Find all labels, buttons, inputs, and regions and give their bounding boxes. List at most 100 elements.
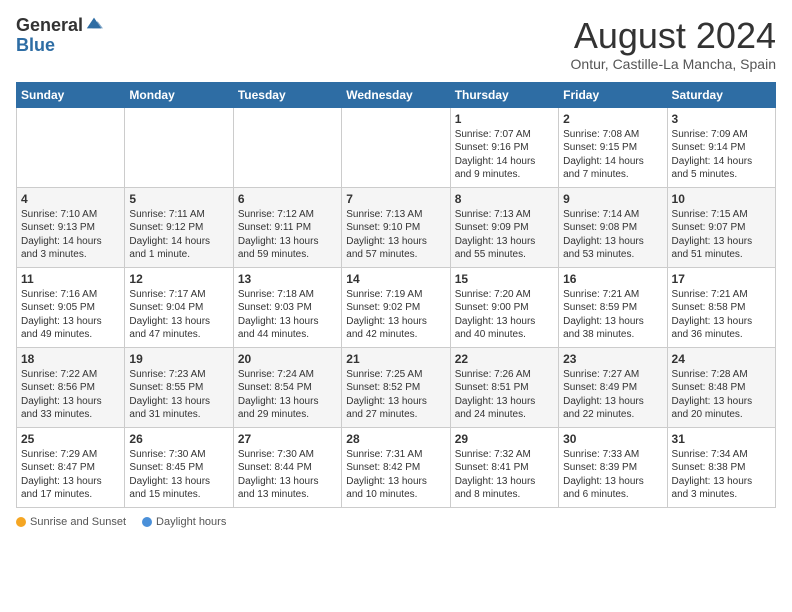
calendar-cell: 11 Sunrise: 7:16 AM Sunset: 9:05 PM Dayli… (17, 267, 125, 347)
calendar-cell: 7Sunrise: 7:13 AM Sunset: 9:10 PM Daylig… (342, 187, 450, 267)
day-number: 15 (455, 272, 554, 286)
week-row-2: 4 Sunrise: 7:10 AM Sunset: 9:13 PM Daylig… (17, 187, 776, 267)
calendar-cell: 9Sunrise: 7:14 AM Sunset: 9:08 PM Daylig… (559, 187, 667, 267)
cell-info: Sunrise: 7:09 AM Sunset: 9:14 PM Dayligh… (672, 128, 771, 182)
cell-info: Sunrise: 7:33 AM Sunset: 8:39 PM Dayligh… (563, 448, 662, 502)
cell-info: Sunrise: 7:20 AM Sunset: 9:00 PM Dayligh… (455, 288, 554, 342)
daylight-label: Daylight hours (156, 516, 226, 528)
col-header-sunday: Sunday (17, 82, 125, 107)
cell-info: Sunrise: 7:24 AM Sunset: 8:54 PM Dayligh… (238, 368, 337, 422)
day-number: 28 (346, 432, 445, 446)
col-header-thursday: Thursday (450, 82, 558, 107)
subtitle: Ontur, Castille-La Mancha, Spain (571, 56, 776, 72)
col-header-friday: Friday (559, 82, 667, 107)
day-number: 12 (129, 272, 228, 286)
day-number: 11 (21, 272, 120, 286)
calendar-cell: 31 Sunrise: 7:34 AM Sunset: 8:38 PM Dayli… (667, 427, 775, 507)
cell-info: Sunrise: 7:10 AM Sunset: 9:13 PM Dayligh… (21, 208, 120, 262)
logo-icon (85, 14, 103, 32)
calendar-cell: 24Sunrise: 7:28 AM Sunset: 8:48 PM Dayli… (667, 347, 775, 427)
cell-info: Sunrise: 7:13 AM Sunset: 9:10 PM Dayligh… (346, 208, 445, 262)
day-number: 13 (238, 272, 337, 286)
calendar-cell: 1Sunrise: 7:07 AM Sunset: 9:16 PM Daylig… (450, 107, 558, 187)
main-title: August 2024 (571, 16, 776, 56)
calendar-cell: 15 Sunrise: 7:20 AM Sunset: 9:00 PM Dayli… (450, 267, 558, 347)
week-row-3: 11 Sunrise: 7:16 AM Sunset: 9:05 PM Dayli… (17, 267, 776, 347)
cell-info: Sunrise: 7:17 AM Sunset: 9:04 PM Dayligh… (129, 288, 228, 342)
cell-info: Sunrise: 7:32 AM Sunset: 8:41 PM Dayligh… (455, 448, 554, 502)
calendar-cell: 13Sunrise: 7:18 AM Sunset: 9:03 PM Dayli… (233, 267, 341, 347)
day-number: 14 (346, 272, 445, 286)
day-number: 1 (455, 112, 554, 126)
calendar-cell: 21 Sunrise: 7:25 AM Sunset: 8:52 PM Dayli… (342, 347, 450, 427)
calendar-cell: 4 Sunrise: 7:10 AM Sunset: 9:13 PM Daylig… (17, 187, 125, 267)
calendar-table: SundayMondayTuesdayWednesdayThursdayFrid… (16, 82, 776, 508)
logo-blue-text: Blue (16, 36, 103, 56)
day-number: 16 (563, 272, 662, 286)
calendar-cell: 28Sunrise: 7:31 AM Sunset: 8:42 PM Dayli… (342, 427, 450, 507)
cell-info: Sunrise: 7:34 AM Sunset: 8:38 PM Dayligh… (672, 448, 771, 502)
calendar-cell (342, 107, 450, 187)
logo: General Blue (16, 16, 103, 56)
day-number: 29 (455, 432, 554, 446)
calendar-cell: 5Sunrise: 7:11 AM Sunset: 9:12 PM Daylig… (125, 187, 233, 267)
calendar-cell: 6 Sunrise: 7:12 AM Sunset: 9:11 PM Daylig… (233, 187, 341, 267)
day-number: 24 (672, 352, 771, 366)
cell-info: Sunrise: 7:22 AM Sunset: 8:56 PM Dayligh… (21, 368, 120, 422)
cell-info: Sunrise: 7:13 AM Sunset: 9:09 PM Dayligh… (455, 208, 554, 262)
logo-general-text: General (16, 16, 83, 36)
header-row: SundayMondayTuesdayWednesdayThursdayFrid… (17, 82, 776, 107)
cell-info: Sunrise: 7:15 AM Sunset: 9:07 PM Dayligh… (672, 208, 771, 262)
day-number: 27 (238, 432, 337, 446)
cell-info: Sunrise: 7:08 AM Sunset: 9:15 PM Dayligh… (563, 128, 662, 182)
calendar-cell: 2 Sunrise: 7:08 AM Sunset: 9:15 PM Daylig… (559, 107, 667, 187)
calendar-cell: 8 Sunrise: 7:13 AM Sunset: 9:09 PM Daylig… (450, 187, 558, 267)
day-number: 20 (238, 352, 337, 366)
calendar-cell: 23Sunrise: 7:27 AM Sunset: 8:49 PM Dayli… (559, 347, 667, 427)
cell-info: Sunrise: 7:25 AM Sunset: 8:52 PM Dayligh… (346, 368, 445, 422)
calendar-cell: 14Sunrise: 7:19 AM Sunset: 9:02 PM Dayli… (342, 267, 450, 347)
cell-info: Sunrise: 7:23 AM Sunset: 8:55 PM Dayligh… (129, 368, 228, 422)
calendar-cell (233, 107, 341, 187)
day-number: 18 (21, 352, 120, 366)
day-number: 31 (672, 432, 771, 446)
sunrise-dot (16, 517, 26, 527)
day-number: 22 (455, 352, 554, 366)
day-number: 30 (563, 432, 662, 446)
cell-info: Sunrise: 7:30 AM Sunset: 8:44 PM Dayligh… (238, 448, 337, 502)
cell-info: Sunrise: 7:12 AM Sunset: 9:11 PM Dayligh… (238, 208, 337, 262)
day-number: 23 (563, 352, 662, 366)
day-number: 21 (346, 352, 445, 366)
calendar-cell: 25Sunrise: 7:29 AM Sunset: 8:47 PM Dayli… (17, 427, 125, 507)
calendar-cell: 17 Sunrise: 7:21 AM Sunset: 8:58 PM Dayli… (667, 267, 775, 347)
calendar-cell (17, 107, 125, 187)
calendar-cell: 26Sunrise: 7:30 AM Sunset: 8:45 PM Dayli… (125, 427, 233, 507)
calendar-cell: 16 Sunrise: 7:21 AM Sunset: 8:59 PM Dayli… (559, 267, 667, 347)
day-number: 8 (455, 192, 554, 206)
day-number: 2 (563, 112, 662, 126)
day-number: 9 (563, 192, 662, 206)
week-row-4: 18 Sunrise: 7:22 AM Sunset: 8:56 PM Dayli… (17, 347, 776, 427)
col-header-saturday: Saturday (667, 82, 775, 107)
day-number: 17 (672, 272, 771, 286)
day-number: 19 (129, 352, 228, 366)
week-row-1: 1Sunrise: 7:07 AM Sunset: 9:16 PM Daylig… (17, 107, 776, 187)
calendar-cell: 27 Sunrise: 7:30 AM Sunset: 8:44 PM Dayli… (233, 427, 341, 507)
calendar-cell: 18 Sunrise: 7:22 AM Sunset: 8:56 PM Dayli… (17, 347, 125, 427)
col-header-monday: Monday (125, 82, 233, 107)
calendar-cell: 30 Sunrise: 7:33 AM Sunset: 8:39 PM Dayli… (559, 427, 667, 507)
col-header-tuesday: Tuesday (233, 82, 341, 107)
cell-info: Sunrise: 7:26 AM Sunset: 8:51 PM Dayligh… (455, 368, 554, 422)
day-number: 4 (21, 192, 120, 206)
day-number: 6 (238, 192, 337, 206)
calendar-cell: 29 Sunrise: 7:32 AM Sunset: 8:41 PM Dayli… (450, 427, 558, 507)
day-number: 25 (21, 432, 120, 446)
day-number: 10 (672, 192, 771, 206)
day-number: 3 (672, 112, 771, 126)
week-row-5: 25Sunrise: 7:29 AM Sunset: 8:47 PM Dayli… (17, 427, 776, 507)
calendar-cell: 19 Sunrise: 7:23 AM Sunset: 8:55 PM Dayli… (125, 347, 233, 427)
cell-info: Sunrise: 7:21 AM Sunset: 8:58 PM Dayligh… (672, 288, 771, 342)
cell-info: Sunrise: 7:16 AM Sunset: 9:05 PM Dayligh… (21, 288, 120, 342)
cell-info: Sunrise: 7:21 AM Sunset: 8:59 PM Dayligh… (563, 288, 662, 342)
legend-sunrise: Sunrise and Sunset (16, 516, 126, 528)
